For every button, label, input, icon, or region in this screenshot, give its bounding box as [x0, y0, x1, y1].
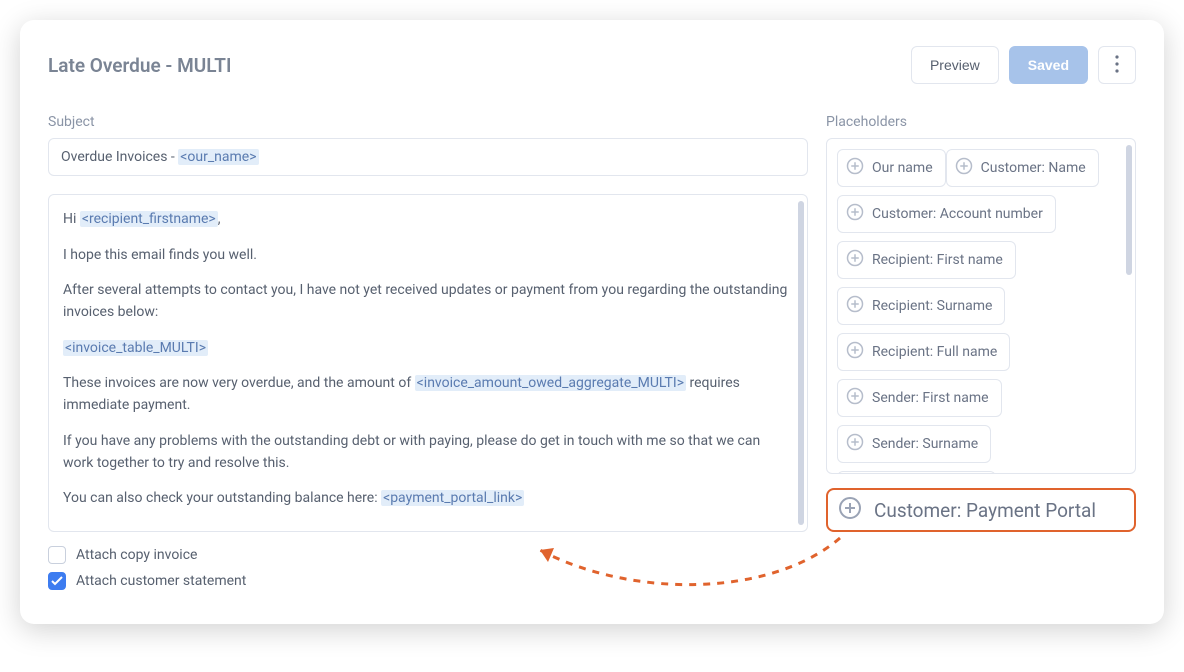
body-row: Subject Overdue Invoices - <our_name> Hi…	[48, 114, 1136, 598]
checkbox-checked-icon	[48, 572, 66, 590]
plus-circle-icon	[955, 157, 973, 179]
plus-circle-icon	[846, 433, 864, 455]
preview-button[interactable]: Preview	[911, 46, 999, 84]
body-text: ,	[218, 211, 221, 227]
placeholders-label: Placeholders	[826, 114, 1136, 130]
left-column: Subject Overdue Invoices - <our_name> Hi…	[48, 114, 808, 598]
editor-scrollbar[interactable]	[798, 201, 804, 525]
plus-circle-icon	[846, 203, 864, 225]
placeholder-payment-portal-label: Customer: Payment Portal	[874, 499, 1096, 522]
plus-circle-icon	[846, 249, 864, 271]
placeholder-item-label: Customer: Account number	[872, 206, 1043, 222]
body-text: You can also check your outstanding bala…	[63, 490, 381, 506]
placeholders-list: Our name Customer: Name Customer: Account …	[826, 138, 1136, 474]
placeholders-panel: Our name Customer: Name Customer: Account …	[826, 138, 1136, 474]
subject-token: <our_name>	[178, 149, 258, 165]
placeholder-item[interactable]: Sender: Surname	[837, 425, 991, 463]
subject-label: Subject	[48, 114, 808, 130]
placeholder-item-label: Customer: Name	[981, 160, 1086, 176]
header-row: Late Overdue - MULTI Preview Saved	[48, 46, 1136, 84]
attach-invoice-label: Attach copy invoice	[76, 547, 197, 563]
token-invoice-table: <invoice_table_MULTI>	[63, 340, 208, 356]
page-title: Late Overdue - MULTI	[48, 54, 231, 77]
placeholder-payment-portal-highlight[interactable]: Customer: Payment Portal	[826, 488, 1136, 532]
body-text: These invoices are now very overdue, and…	[63, 375, 415, 391]
placeholder-item-label: Sender: Surname	[872, 436, 978, 452]
plus-circle-icon	[846, 387, 864, 409]
header-actions: Preview Saved	[911, 46, 1136, 84]
attach-statement-row[interactable]: Attach customer statement	[48, 572, 808, 590]
placeholder-item[interactable]: Recipient: Surname	[837, 287, 1005, 325]
plus-circle-icon	[838, 496, 862, 524]
body-text: After several attempts to contact you, I…	[63, 280, 793, 323]
body-editor-wrap: Hi <recipient_firstname>, I hope this em…	[48, 194, 808, 532]
body-text: Hi	[63, 211, 80, 227]
saved-button[interactable]: Saved	[1009, 46, 1088, 84]
placeholder-item[interactable]: Sender: First name	[837, 379, 1002, 417]
placeholder-item[interactable]: Our name	[837, 149, 946, 187]
placeholder-item-label: Recipient: Surname	[872, 298, 992, 314]
attach-invoice-row[interactable]: Attach copy invoice	[48, 546, 808, 564]
placeholder-item[interactable]: Sender: Full name	[837, 471, 996, 474]
body-text: I hope this email finds you well.	[63, 245, 793, 267]
plus-circle-icon	[846, 157, 864, 179]
plus-circle-icon	[846, 295, 864, 317]
placeholder-item[interactable]: Customer: Account number	[837, 195, 1056, 233]
token-amount-owed: <invoice_amount_owed_aggregate_MULTI>	[415, 375, 686, 391]
token-recipient-firstname: <recipient_firstname>	[80, 211, 218, 227]
plus-circle-icon	[846, 341, 864, 363]
placeholder-item-label: Recipient: Full name	[872, 344, 997, 360]
template-editor-card: Late Overdue - MULTI Preview Saved Subje…	[20, 20, 1164, 624]
more-menu-button[interactable]	[1098, 46, 1136, 84]
placeholder-item[interactable]: Customer: Name	[946, 149, 1099, 187]
attachment-options: Attach copy invoice Attach customer stat…	[48, 546, 808, 590]
body-text: If you have any problems with the outsta…	[63, 431, 793, 474]
subject-prefix-text: Overdue Invoices -	[61, 149, 178, 165]
token-payment-portal-link: <payment_portal_link>	[381, 490, 524, 506]
right-column: Placeholders Our name Customer: Name Custo…	[826, 114, 1136, 598]
placeholder-item-label: Sender: First name	[872, 390, 989, 406]
placeholder-item-label: Recipient: First name	[872, 252, 1003, 268]
checkbox-unchecked-icon	[48, 546, 66, 564]
attach-statement-label: Attach customer statement	[76, 573, 246, 589]
placeholder-item[interactable]: Recipient: Full name	[837, 333, 1010, 371]
placeholder-item[interactable]: Recipient: First name	[837, 241, 1016, 279]
subject-input[interactable]: Overdue Invoices - <our_name>	[48, 138, 808, 176]
more-vertical-icon	[1115, 55, 1119, 75]
placeholders-scrollbar[interactable]	[1126, 145, 1132, 275]
body-editor[interactable]: Hi <recipient_firstname>, I hope this em…	[49, 195, 807, 531]
placeholder-item-label: Our name	[872, 160, 933, 176]
